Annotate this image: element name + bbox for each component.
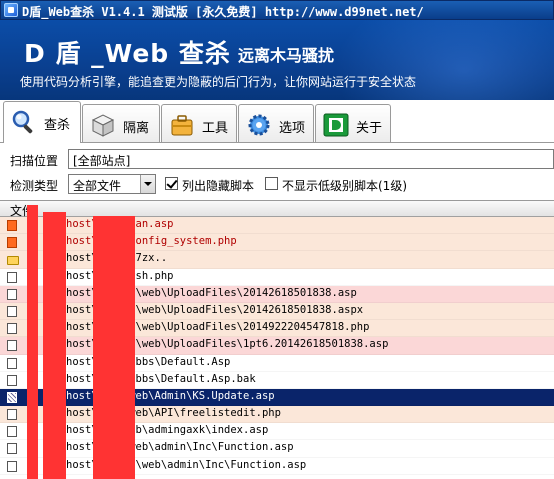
show-hidden-label[interactable]: 列出隐藏脚本	[182, 177, 254, 194]
table-row[interactable]: host\ 329\web\admin\Inc\Function.asp	[0, 440, 554, 458]
tab-options[interactable]: 选项	[238, 104, 314, 142]
table-row[interactable]: host\ n1108\web\admin\Inc\Function.asp	[0, 457, 554, 475]
d-logo-icon	[323, 113, 349, 137]
file-icon	[7, 426, 17, 438]
table-row[interactable]: host\ ao2\web\Admin\KS.Update.asp	[0, 388, 554, 407]
chevron-down-icon[interactable]	[140, 175, 155, 193]
tab-scan[interactable]: 查杀	[3, 101, 81, 143]
detect-type-select[interactable]: 全部文件	[68, 174, 156, 194]
tab-divider	[0, 142, 554, 143]
brand-title: D 盾 _Web 查杀	[24, 39, 231, 68]
table-row[interactable]: host\ ao2\web\API\freelistedit.php	[0, 406, 554, 424]
magnifier-icon	[12, 110, 33, 134]
list-header[interactable]: 文件	[0, 201, 554, 218]
file-icon	[7, 460, 17, 472]
file-icon	[7, 237, 17, 249]
results-list[interactable]: 文件 host\ web\ban.asp host\ web\config_sys…	[0, 200, 554, 479]
tab-quarantine[interactable]: 隔离	[82, 104, 160, 142]
gear-icon	[248, 114, 270, 136]
scan-location-field[interactable]: [全部站点]	[68, 149, 554, 169]
folder-icon	[7, 256, 19, 266]
toolbox-icon	[171, 115, 193, 136]
file-icon	[7, 271, 17, 283]
tab-strip: 查杀 隔离 工具 选项 关于	[0, 100, 554, 143]
show-hidden-checkbox[interactable]	[165, 177, 178, 190]
table-row[interactable]: host\ web\x7zx..	[0, 251, 554, 269]
file-icon	[7, 409, 17, 421]
table-row[interactable]: host\ e1011\web\UploadFiles\201426185018…	[0, 285, 554, 303]
table-row[interactable]: host\ 36\web\admingaxk\index.asp	[0, 423, 554, 441]
table-row[interactable]: host\ web\ysh.php	[0, 268, 554, 286]
table-row[interactable]: host\ e1011\web\UploadFiles\1pt6.2014261…	[0, 337, 554, 355]
file-icon	[7, 443, 17, 455]
file-icon	[7, 391, 17, 403]
tab-label: 工具	[202, 121, 229, 136]
table-row[interactable]: host\ web\config_system.php	[0, 234, 554, 252]
file-path: host\ \web\bbs\Default.Asp	[66, 355, 231, 368]
table-row[interactable]: host\ e1011\web\UploadFiles\201426185018…	[0, 302, 554, 321]
file-icon	[7, 288, 17, 300]
title-bar: D盾_Web查杀 V1.4.1 测试版 [永久免费] http://www.d9…	[0, 0, 554, 20]
tab-label: 查杀	[44, 118, 71, 133]
app-icon	[4, 3, 18, 17]
hide-low-level-label[interactable]: 不显示低级别脚本(1级)	[282, 177, 407, 194]
table-row[interactable]: host\ \web\bbs\Default.Asp.bak	[0, 371, 554, 389]
redaction-mark	[43, 212, 66, 479]
banner: D 盾 _Web 查杀 远离木马骚扰 使用代码分析引擎，能追查更为隐蔽的后门行为…	[0, 20, 554, 100]
file-path: host\ web\config_system.php	[66, 235, 237, 248]
table-row[interactable]: host\ \web\bbs\Default.Asp	[0, 354, 554, 372]
file-icon	[7, 305, 17, 317]
brand-tagline: 远离木马骚扰	[238, 46, 335, 65]
file-icon	[7, 357, 17, 369]
table-row[interactable]: host\ web\ban.asp	[0, 217, 554, 235]
hide-low-level-checkbox[interactable]	[265, 177, 278, 190]
window-title: D盾_Web查杀 V1.4.1 测试版 [永久免费] http://www.d9…	[22, 5, 424, 19]
results-rows: host\ web\ban.asp host\ web\config_system…	[0, 217, 554, 475]
tab-tools[interactable]: 工具	[161, 104, 237, 142]
file-icon	[7, 340, 17, 352]
detect-type-label: 检测类型	[10, 179, 59, 193]
tab-about[interactable]: 关于	[315, 104, 391, 142]
box-icon	[91, 114, 115, 137]
scan-location-label: 扫描位置	[10, 154, 59, 168]
banner-subtitle: 使用代码分析引擎，能追查更为隐蔽的后门行为，让你网站运行于安全状态	[20, 75, 417, 89]
file-icon	[7, 220, 17, 231]
redaction-mark	[27, 205, 38, 479]
table-row[interactable]: host\ e1011\web\UploadFiles\201492220454…	[0, 320, 554, 338]
detect-type-value: 全部文件	[73, 179, 122, 193]
file-icon	[7, 374, 17, 386]
tab-label: 选项	[279, 121, 306, 136]
file-icon	[7, 323, 17, 335]
redaction-mark	[93, 216, 135, 479]
tab-label: 隔离	[123, 121, 150, 136]
scan-options-panel: 扫描位置 [全部站点] 检测类型 全部文件 列出隐藏脚本 不显示低级别脚本(1级…	[0, 143, 554, 200]
tab-label: 关于	[356, 121, 383, 136]
